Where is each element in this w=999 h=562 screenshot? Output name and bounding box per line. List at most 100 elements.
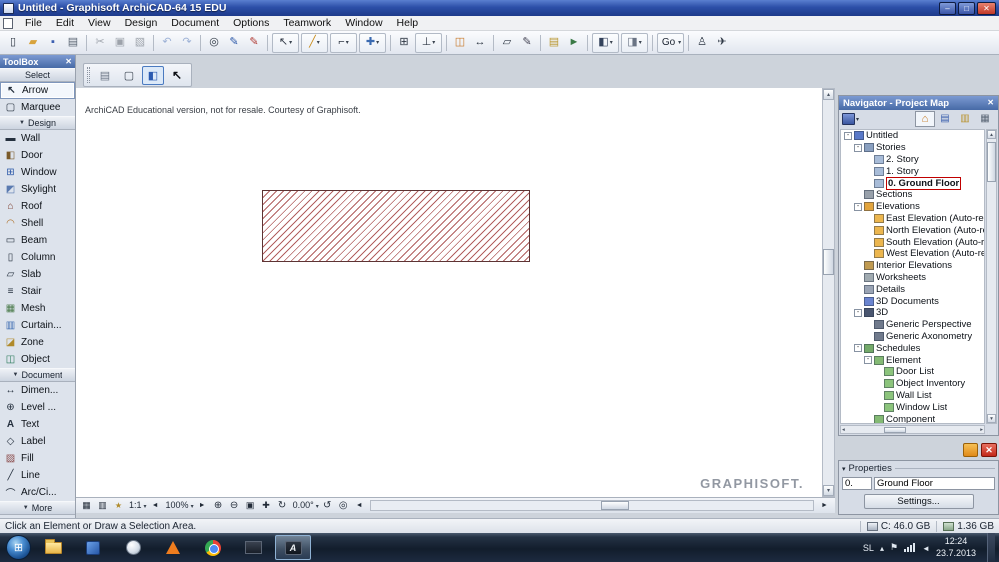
undo-icon[interactable] (157, 33, 177, 53)
toolbox-row[interactable]: Stair (0, 283, 75, 300)
orientation-button[interactable]: 0.00° (291, 499, 319, 513)
tree-item[interactable]: West Elevation (Auto-reb... (841, 248, 984, 260)
zoom-in-icon[interactable] (211, 499, 226, 513)
scroll-up-icon[interactable] (823, 89, 834, 100)
vertical-scroll-thumb[interactable] (987, 142, 996, 182)
toolbar-drag-handle[interactable] (87, 67, 90, 83)
tree-item[interactable]: 3D Documents (841, 295, 984, 307)
pen-sets-icon[interactable] (79, 499, 94, 513)
chrome-icon[interactable] (195, 535, 231, 560)
find-select-icon[interactable] (204, 33, 224, 53)
hatched-fill-element[interactable] (262, 190, 530, 262)
tree-item[interactable]: Object Inventory (841, 378, 984, 390)
three-d-view-dropdown[interactable]: ▾ (592, 32, 619, 53)
toolbox-row[interactable]: Dimen... (0, 382, 75, 399)
paste-icon[interactable] (130, 33, 150, 53)
menu-item[interactable]: Design (118, 16, 165, 31)
minimize-button[interactable] (939, 1, 956, 15)
tree-item[interactable]: East Elevation (Auto-reb... (841, 213, 984, 225)
menu-item[interactable]: Options (226, 16, 276, 31)
close-button[interactable] (977, 1, 996, 15)
expander-icon[interactable]: - (854, 308, 862, 317)
toolbox-row[interactable]: Window (0, 164, 75, 181)
marker-icon[interactable] (244, 33, 264, 53)
toolbox-close-icon[interactable] (65, 58, 72, 66)
new-view-button[interactable] (118, 66, 140, 85)
guide-lines-dropdown[interactable]: ▾ (301, 32, 328, 53)
tree-item[interactable]: Component (841, 413, 984, 423)
document-icon[interactable] (3, 17, 13, 29)
navigator-close-icon[interactable] (987, 99, 994, 107)
arrow-cursor-button[interactable] (166, 66, 188, 85)
menu-item[interactable]: Window (338, 16, 389, 31)
scroll-down-icon[interactable] (987, 414, 996, 423)
toolbox-row[interactable]: Object (0, 351, 75, 368)
toolbox-row[interactable]: Door (0, 147, 75, 164)
expander-icon[interactable]: - (844, 131, 852, 140)
menu-item[interactable]: File (18, 16, 49, 31)
orbit-icon[interactable] (275, 499, 290, 513)
toolbox-row[interactable]: Beam (0, 232, 75, 249)
tree-item[interactable]: Generic Perspective (841, 319, 984, 331)
tab-view-map[interactable] (935, 111, 955, 127)
coordinates-dropdown[interactable]: ▾ (359, 32, 386, 53)
open-icon[interactable] (23, 33, 43, 53)
horizontal-scroll-thumb[interactable] (883, 426, 906, 433)
toolbox-row[interactable]: Curtain... (0, 317, 75, 334)
expander-icon[interactable]: - (854, 344, 862, 353)
redo-icon[interactable] (177, 33, 197, 53)
tree-item[interactable]: Generic Axonometry (841, 331, 984, 343)
language-indicator[interactable]: SL (863, 543, 874, 553)
dimension-icon[interactable] (470, 33, 490, 53)
tree-item[interactable]: South Elevation (Auto-reb... (841, 236, 984, 248)
previous-zoom-button[interactable] (148, 499, 163, 513)
tree-item[interactable]: Sections (841, 189, 984, 201)
navigator-header[interactable]: Navigator - Project Map (839, 96, 998, 110)
tree-item[interactable]: - Stories (841, 142, 984, 154)
tree-item[interactable]: - 3D (841, 307, 984, 319)
toolbox-row[interactable]: Fill (0, 450, 75, 467)
layouts-icon[interactable] (544, 33, 564, 53)
tree-item[interactable]: - Element (841, 354, 984, 366)
pan-icon[interactable] (259, 499, 274, 513)
toolbox-row[interactable]: Level ... (0, 399, 75, 416)
archicad-icon[interactable] (275, 535, 311, 560)
pen-icon[interactable] (224, 33, 244, 53)
publish-icon[interactable] (564, 33, 584, 53)
network-icon[interactable] (904, 543, 917, 552)
tree-horizontal-scrollbar[interactable] (840, 425, 985, 434)
floor-plan-view-button[interactable] (142, 65, 164, 85)
toolbox-row[interactable]: Text (0, 416, 75, 433)
show-desktop-button[interactable] (987, 533, 995, 562)
maximize-button[interactable] (958, 1, 975, 15)
menu-item[interactable]: View (81, 16, 118, 31)
canvas-horizontal-scrollbar[interactable] (369, 500, 814, 511)
archicad-window-icon[interactable] (235, 535, 271, 560)
horizontal-scroll-thumb[interactable] (600, 501, 629, 510)
toolbox-row[interactable]: Label (0, 433, 75, 450)
scale-button[interactable]: 1:1 (127, 499, 147, 513)
toolbox-row[interactable]: Arc/Ci... (0, 484, 75, 501)
next-zoom-button[interactable] (195, 499, 210, 513)
tree-item[interactable]: 0. Ground Floor (841, 176, 984, 190)
new-document-icon[interactable] (3, 33, 23, 53)
menu-item[interactable]: Edit (49, 16, 81, 31)
favorites-icon[interactable] (111, 499, 126, 513)
toolbox-row[interactable]: Skylight (0, 181, 75, 198)
tree-item[interactable]: Details (841, 283, 984, 295)
menu-item[interactable]: Teamwork (276, 16, 338, 31)
windows-app-icon[interactable] (75, 535, 111, 560)
toolbox-row[interactable]: Slab (0, 266, 75, 283)
toolbox-row[interactable]: Select (0, 68, 75, 82)
toolbox-row[interactable]: Shell (0, 215, 75, 232)
toolbox-row[interactable]: Zone (0, 334, 75, 351)
tree-item[interactable]: 2. Story (841, 154, 984, 166)
quick-layers-icon[interactable] (95, 499, 110, 513)
toolbox-row[interactable]: Line (0, 467, 75, 484)
explorer-icon[interactable] (35, 535, 71, 560)
hidden-icons-chevron-icon[interactable] (880, 543, 884, 553)
tab-publisher-sets[interactable] (975, 111, 995, 127)
scroll-right-icon[interactable] (980, 427, 983, 433)
toolbox-row[interactable]: Mesh (0, 300, 75, 317)
properties-header[interactable]: Properties (842, 463, 995, 474)
